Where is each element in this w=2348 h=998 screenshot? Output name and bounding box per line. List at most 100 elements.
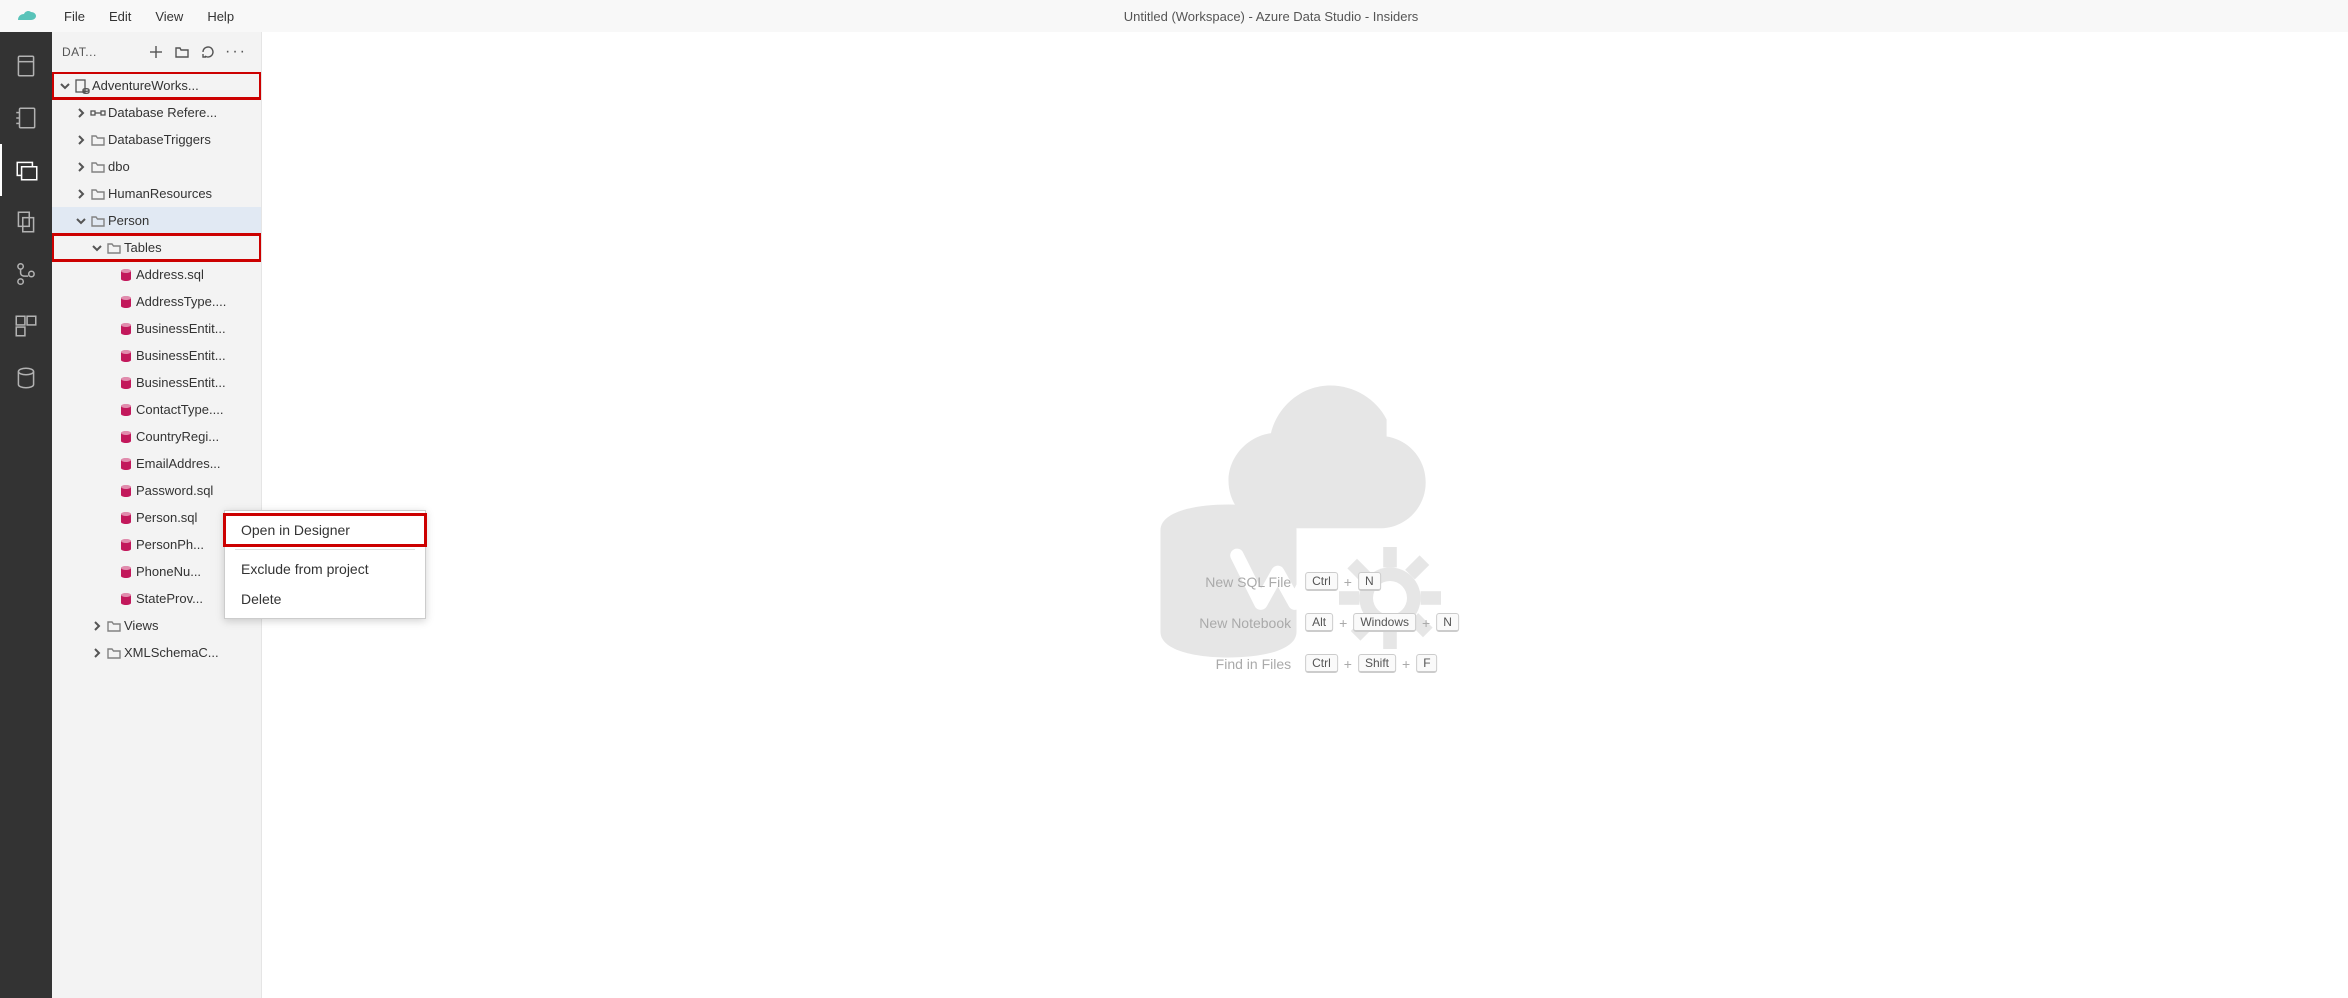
tree-table-file[interactable]: Address.sql (52, 261, 261, 288)
tree-item[interactable]: XMLSchemaC... (52, 639, 261, 666)
reference-icon (88, 105, 108, 121)
ctx-exclude-from-project[interactable]: Exclude from project (225, 554, 425, 584)
key: F (1416, 654, 1437, 673)
sql-file-icon (116, 375, 136, 391)
shortcut-row: New SQL File Ctrl + N (1151, 572, 1459, 591)
tree-item[interactable]: HumanResources (52, 180, 261, 207)
folder-icon (104, 240, 124, 256)
window-title: Untitled (Workspace) - Azure Data Studio… (246, 9, 2296, 24)
menu-edit[interactable]: Edit (97, 3, 143, 30)
tree-table-file[interactable]: BusinessEntit... (52, 315, 261, 342)
chevron-down-icon (58, 81, 72, 91)
chevron-down-icon (90, 243, 104, 253)
plus: + (1402, 656, 1410, 672)
panel-refresh-icon[interactable] (195, 39, 221, 65)
tree-table-file[interactable]: BusinessEntit... (52, 342, 261, 369)
context-menu: Open in Designer Exclude from project De… (224, 510, 426, 619)
folder-icon (88, 159, 108, 175)
ctx-delete[interactable]: Delete (225, 584, 425, 614)
sql-project-icon (72, 78, 92, 94)
menu-help[interactable]: Help (195, 3, 246, 30)
key: Ctrl (1305, 654, 1338, 673)
chevron-right-icon (74, 189, 88, 199)
sql-file-icon (116, 456, 136, 472)
key: Shift (1358, 654, 1396, 673)
sql-file-icon (116, 348, 136, 364)
key: N (1436, 613, 1459, 632)
activity-connections-icon[interactable] (0, 40, 52, 92)
tree-label: Address.sql (136, 267, 204, 282)
activity-database-icon[interactable] (0, 352, 52, 404)
tree-item[interactable]: DatabaseTriggers (52, 126, 261, 153)
shortcut-row: Find in Files Ctrl + Shift + F (1151, 654, 1459, 673)
tree-table-file[interactable]: BusinessEntit... (52, 369, 261, 396)
panel-add-icon[interactable] (143, 39, 169, 65)
menu-file[interactable]: File (52, 3, 97, 30)
activity-bar (0, 32, 52, 998)
tree-label: StateProv... (136, 591, 203, 606)
plus: + (1422, 615, 1430, 631)
tree-label: EmailAddres... (136, 456, 221, 471)
shortcut-keys: Ctrl + Shift + F (1305, 654, 1437, 673)
activity-extensions-icon[interactable] (0, 300, 52, 352)
sql-file-icon (116, 483, 136, 499)
folder-icon (88, 132, 108, 148)
tree-label: AddressType.... (136, 294, 226, 309)
tree-label: Views (124, 618, 158, 633)
panel-header: DAT... ··· (52, 32, 261, 72)
tree-label: ContactType.... (136, 402, 223, 417)
tree-label: BusinessEntit... (136, 321, 226, 336)
key: Windows (1353, 613, 1416, 632)
activity-notebooks-icon[interactable] (0, 92, 52, 144)
tree-project-root[interactable]: AdventureWorks... (52, 72, 261, 99)
tree-item[interactable]: Database Refere... (52, 99, 261, 126)
tree-label: CountryRegi... (136, 429, 219, 444)
sql-file-icon (116, 294, 136, 310)
shortcut-label: New Notebook (1151, 615, 1291, 631)
panel-open-folder-icon[interactable] (169, 39, 195, 65)
tree-item[interactable]: dbo (52, 153, 261, 180)
tree-item-person[interactable]: Person (52, 207, 261, 234)
plus: + (1344, 656, 1352, 672)
sql-file-icon (116, 429, 136, 445)
menu-view[interactable]: View (143, 3, 195, 30)
chevron-right-icon (74, 108, 88, 118)
shortcut-label: Find in Files (1151, 656, 1291, 672)
tree-table-file[interactable]: CountryRegi... (52, 423, 261, 450)
tree-label: Person (108, 213, 149, 228)
tree-table-file[interactable]: EmailAddres... (52, 450, 261, 477)
tree-table-file[interactable]: AddressType.... (52, 288, 261, 315)
key: N (1358, 572, 1381, 591)
tree-label: Person.sql (136, 510, 197, 525)
folder-icon (88, 186, 108, 202)
tree-table-file[interactable]: Password.sql (52, 477, 261, 504)
folder-icon (104, 645, 124, 661)
sql-file-icon (116, 537, 136, 553)
tree-label: PersonPh... (136, 537, 204, 552)
activity-explorer-icon[interactable] (0, 144, 52, 196)
panel-more-icon[interactable]: ··· (221, 43, 251, 61)
shortcut-keys: Ctrl + N (1305, 572, 1381, 591)
key: Alt (1305, 613, 1333, 632)
tree-label: DatabaseTriggers (108, 132, 211, 147)
plus: + (1344, 574, 1352, 590)
tree-table-file[interactable]: ContactType.... (52, 396, 261, 423)
shortcut-row: New Notebook Alt + Windows + N (1151, 613, 1459, 632)
activity-source-control-icon[interactable] (0, 248, 52, 300)
activity-copy-icon[interactable] (0, 196, 52, 248)
welcome-shortcuts: New SQL File Ctrl + N New Notebook Alt +… (1151, 572, 1459, 673)
ctx-separator (235, 549, 415, 550)
ctx-open-in-designer[interactable]: Open in Designer (225, 515, 425, 545)
tree-label: Tables (124, 240, 162, 255)
chevron-right-icon (74, 135, 88, 145)
chevron-right-icon (74, 162, 88, 172)
tree-item-tables[interactable]: Tables (52, 234, 261, 261)
sql-file-icon (116, 564, 136, 580)
folder-icon (104, 618, 124, 634)
shortcut-label: New SQL File (1151, 574, 1291, 590)
sql-file-icon (116, 267, 136, 283)
sql-file-icon (116, 402, 136, 418)
panel-title: DAT... (62, 45, 97, 59)
folder-icon (88, 213, 108, 229)
tree-label: BusinessEntit... (136, 375, 226, 390)
